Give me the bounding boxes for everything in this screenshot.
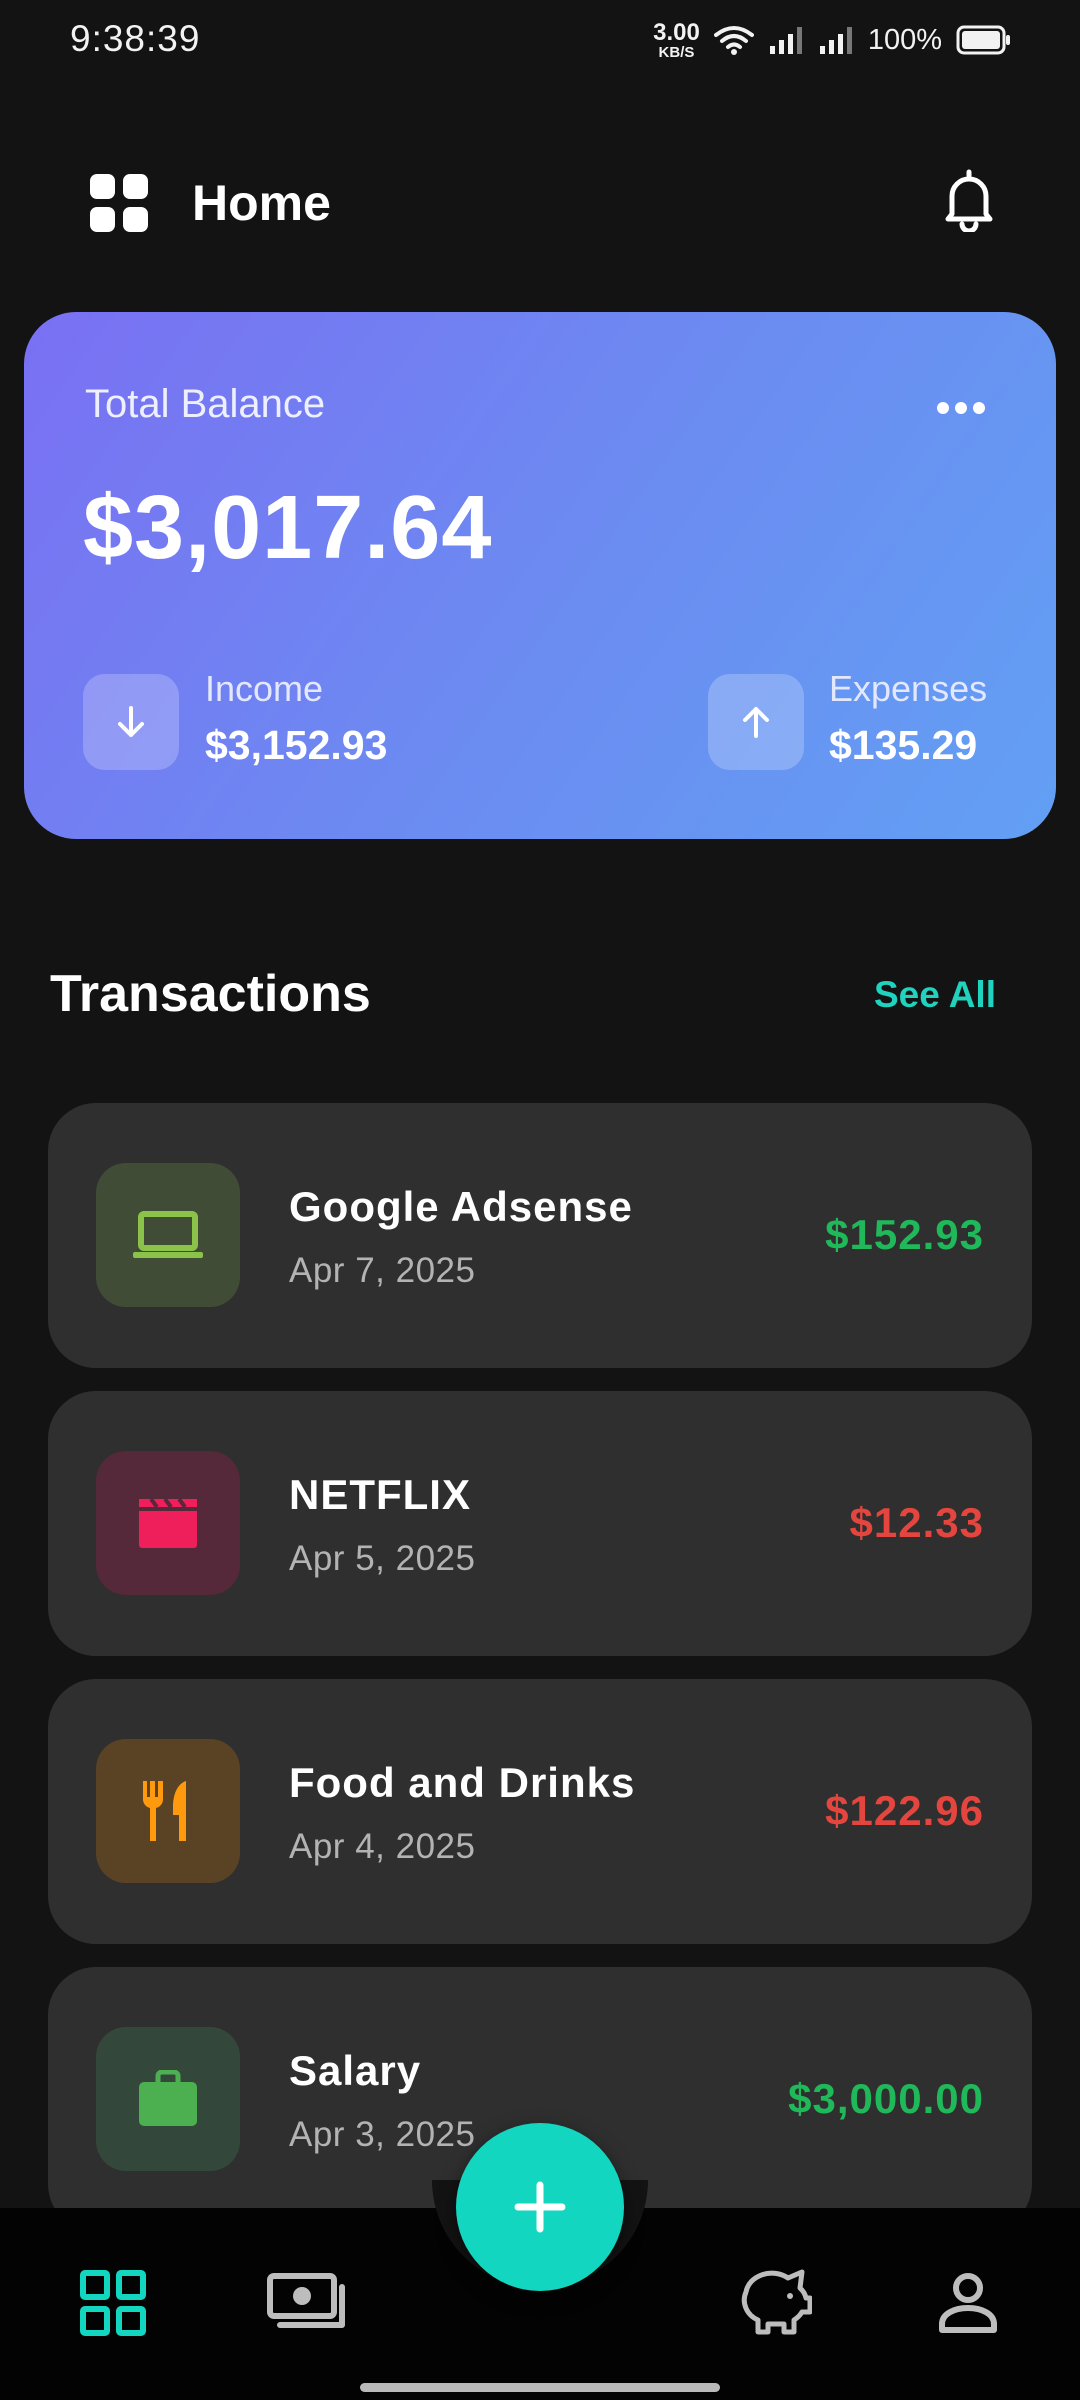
- transaction-item[interactable]: Google Adsense Apr 7, 2025 $152.93: [48, 1103, 1032, 1368]
- status-time: 9:38:39: [70, 18, 201, 59]
- income-value: $3,152.93: [205, 722, 388, 768]
- transaction-icon-box: [96, 2027, 240, 2171]
- transaction-name: NETFLIX: [289, 1471, 471, 1518]
- transaction-name: Salary: [289, 2047, 422, 2094]
- laptop-icon: [133, 1211, 203, 1258]
- balance-card[interactable]: Total Balance $3,017.64 Income $3,152.93…: [24, 312, 1056, 839]
- battery-icon: [956, 25, 1010, 55]
- transaction-icon-box: [96, 1451, 240, 1595]
- expenses-indicator: [708, 674, 804, 770]
- add-transaction-button[interactable]: [456, 2123, 624, 2291]
- status-icons: 3.00 KB/S 100%: [653, 18, 1012, 62]
- arrow-up-icon: [743, 707, 769, 738]
- nav-wallet[interactable]: [264, 2262, 350, 2344]
- wallet-icon: [267, 2273, 345, 2328]
- grid-menu-icon[interactable]: [90, 174, 148, 232]
- transaction-amount: $152.93: [825, 1211, 984, 1258]
- balance-amount: $3,017.64: [83, 478, 493, 578]
- expenses-label: Expenses: [829, 668, 988, 709]
- expenses-value: $135.29: [829, 722, 978, 768]
- balance-label: Total Balance: [85, 382, 326, 426]
- network-speed: 3.00 KB/S: [653, 18, 700, 61]
- signal-icon: [819, 27, 852, 54]
- network-speed-unit: KB/S: [658, 43, 695, 61]
- signal-icon: [769, 27, 802, 54]
- transaction-name: Food and Drinks: [289, 1759, 636, 1806]
- transaction-date: Apr 7, 2025: [289, 1251, 476, 1290]
- fork-knife-icon: [142, 1781, 186, 1841]
- transaction-name: Google Adsense: [289, 1183, 633, 1230]
- app-screen: 9:38:39 3.00 KB/S 100% Home Total Balanc…: [0, 0, 1080, 2400]
- profile-icon: [939, 2273, 997, 2333]
- nav-savings[interactable]: [730, 2258, 814, 2342]
- clapperboard-icon: [139, 1497, 197, 1548]
- dashboard-icon: [80, 2270, 146, 2336]
- wifi-icon: [713, 26, 754, 55]
- bell-icon[interactable]: [942, 168, 996, 232]
- transactions-title: Transactions: [50, 965, 371, 1023]
- nav-profile[interactable]: [930, 2262, 1006, 2344]
- transaction-item[interactable]: Food and Drinks Apr 4, 2025 $122.96: [48, 1679, 1032, 1944]
- transaction-amount: $12.33: [849, 1499, 984, 1546]
- plus-icon: [514, 2181, 566, 2233]
- see-all-link[interactable]: See All: [874, 974, 996, 1016]
- network-speed-value: 3.00: [653, 18, 700, 46]
- gesture-bar: [360, 2383, 720, 2392]
- app-header: Home: [0, 160, 1080, 250]
- income-label: Income: [205, 668, 324, 709]
- transaction-icon-box: [96, 1163, 240, 1307]
- transactions-list[interactable]: Google Adsense Apr 7, 2025 $152.93 NETFL…: [48, 1103, 1032, 2208]
- transaction-item[interactable]: NETFLIX Apr 5, 2025 $12.33: [48, 1391, 1032, 1656]
- transaction-icon-box: [96, 1739, 240, 1883]
- piggy-bank-icon: [741, 2269, 812, 2335]
- status-bar: 9:38:39 3.00 KB/S 100%: [0, 0, 1080, 80]
- arrow-down-icon: [118, 706, 144, 737]
- briefcase-icon: [139, 2070, 197, 2126]
- nav-dashboard[interactable]: [72, 2262, 154, 2344]
- battery-percent: 100%: [867, 23, 942, 56]
- transaction-amount: $122.96: [825, 1787, 984, 1834]
- more-options-icon[interactable]: [936, 400, 986, 416]
- transaction-amount: $3,000.00: [788, 2075, 984, 2122]
- income-indicator: [83, 674, 179, 770]
- transaction-date: Apr 3, 2025: [289, 2115, 476, 2154]
- page-title: Home: [192, 175, 331, 231]
- transaction-date: Apr 4, 2025: [289, 1827, 476, 1866]
- transaction-date: Apr 5, 2025: [289, 1539, 476, 1578]
